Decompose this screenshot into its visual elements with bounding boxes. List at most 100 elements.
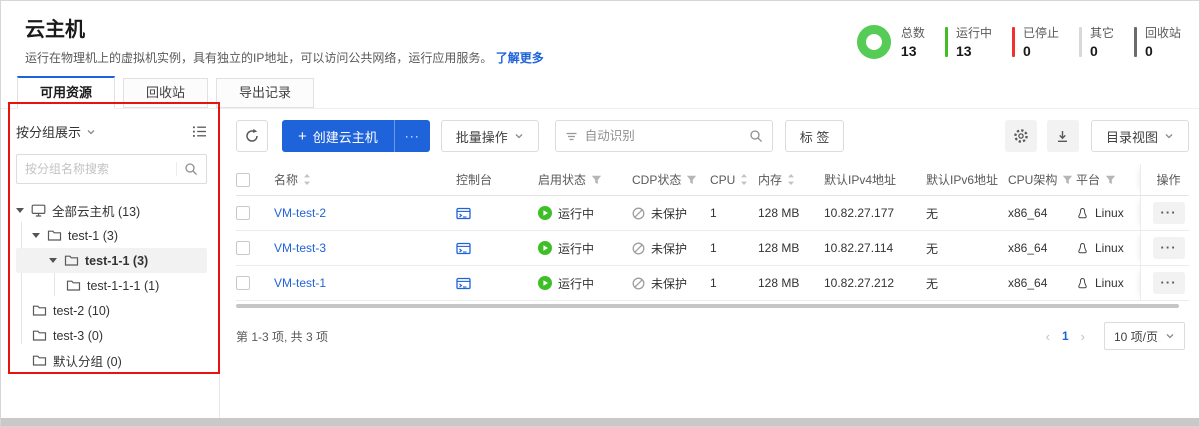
vm-name-link[interactable]: VM-test-1 (274, 276, 326, 290)
tree-item-default-group[interactable]: 默认分组 (0) (16, 348, 207, 373)
page-title: 云主机 (25, 13, 544, 42)
table-header-row: 名称 控制台 启用状态 CDP状态 CPU (236, 164, 1189, 196)
tab-recycle-bin[interactable]: 回收站 (123, 78, 208, 108)
list-view-icon[interactable] (192, 124, 207, 139)
running-status-icon (538, 241, 552, 255)
group-search-input[interactable] (25, 162, 172, 176)
plus-icon: + (298, 128, 307, 145)
filter-icon[interactable] (686, 175, 697, 185)
row-checkbox[interactable] (236, 241, 250, 255)
export-button[interactable] (1047, 120, 1079, 152)
tree-item-test-3[interactable]: test-3 (0) (16, 323, 207, 348)
tree-item-test-1-1-1[interactable]: test-1-1-1 (1) (16, 273, 207, 298)
filter-lines-icon (565, 130, 578, 143)
stat-other: 其它 0 (1079, 24, 1114, 59)
vm-table: 名称 控制台 启用状态 CDP状态 CPU (236, 164, 1189, 301)
unprotected-icon (632, 242, 645, 255)
tree-item-all-vms[interactable]: 全部云主机 (13) (16, 198, 207, 223)
stat-recycle: 回收站 0 (1134, 24, 1181, 59)
vm-name-link[interactable]: VM-test-2 (274, 206, 326, 220)
gear-icon (1013, 128, 1029, 144)
filter-icon[interactable] (1062, 175, 1073, 185)
filter-icon[interactable] (591, 175, 602, 185)
caret-down-icon[interactable] (16, 208, 24, 213)
chevron-down-icon (514, 131, 524, 141)
pagination-summary: 第 1-3 项, 共 3 项 (236, 328, 328, 345)
stat-total: 总数 13 (857, 24, 925, 59)
filter-icon[interactable] (1105, 175, 1116, 185)
chevron-down-icon (1164, 131, 1174, 141)
row-actions-button[interactable]: ··· (1153, 202, 1185, 224)
create-vm-button[interactable]: + 创建云主机 (282, 120, 394, 152)
chevron-down-icon (1165, 331, 1175, 341)
tree-item-test-2[interactable]: test-2 (10) (16, 298, 207, 323)
group-display-dropdown[interactable]: 按分组展示 (16, 122, 207, 141)
console-icon[interactable] (456, 241, 471, 256)
row-checkbox[interactable] (236, 276, 250, 290)
console-icon[interactable] (456, 206, 471, 221)
vm-list-panel: + 创建云主机 ··· 批量操作 (220, 109, 1199, 418)
page-number[interactable]: 1 (1057, 329, 1074, 343)
folder-icon (32, 353, 47, 368)
linux-icon (1076, 277, 1089, 290)
vm-stats: 总数 13 运行中 13 已停止 0 (837, 17, 1181, 66)
window-bottom-bar (1, 418, 1199, 426)
page-subtitle: 运行在物理机上的虚拟机实例，具有独立的IP地址，可以访问公共网络，运行应用服务。… (25, 49, 544, 66)
linux-icon (1076, 207, 1089, 220)
search-icon[interactable] (749, 129, 763, 143)
search-icon[interactable] (184, 162, 198, 176)
vm-search-input[interactable] (585, 129, 749, 143)
create-vm-button-group: + 创建云主机 ··· (282, 120, 430, 152)
table-footer: 第 1-3 项, 共 3 项 ‹ 1 › 10 项/页 (236, 322, 1189, 350)
sort-icon[interactable] (740, 173, 748, 186)
group-sidebar: 按分组展示 (1, 109, 220, 418)
select-all-checkbox[interactable] (236, 173, 250, 187)
sort-icon[interactable] (787, 173, 795, 186)
horizontal-scrollbar[interactable] (236, 304, 1179, 308)
stat-stopped: 已停止 0 (1012, 24, 1059, 59)
running-status-icon (538, 206, 552, 220)
total-donut-icon (857, 25, 891, 59)
host-icon (31, 203, 46, 218)
folder-icon (32, 303, 47, 318)
batch-actions-button[interactable]: 批量操作 (441, 120, 539, 152)
tree-item-test-1-1[interactable]: test-1-1 (3) (16, 248, 207, 273)
row-actions-button[interactable]: ··· (1153, 237, 1185, 259)
caret-down-icon[interactable] (49, 258, 57, 263)
sort-icon[interactable] (303, 173, 311, 186)
learn-more-link[interactable]: 了解更多 (496, 51, 544, 65)
console-icon[interactable] (456, 276, 471, 291)
tab-bar: 可用资源 回收站 导出记录 (1, 76, 1199, 109)
settings-button[interactable] (1005, 120, 1037, 152)
tag-button[interactable]: 标 签 (785, 120, 845, 152)
toolbar: + 创建云主机 ··· 批量操作 (236, 120, 1189, 152)
tab-available-resources[interactable]: 可用资源 (17, 76, 115, 109)
view-mode-select[interactable]: 目录视图 (1091, 120, 1189, 152)
tree-item-test-1[interactable]: test-1 (3) (16, 223, 207, 248)
vm-name-link[interactable]: VM-test-3 (274, 241, 326, 255)
cloud-vm-page: 云主机 运行在物理机上的虚拟机实例，具有独立的IP地址，可以访问公共网络，运行应… (0, 0, 1200, 427)
prev-page-button[interactable]: ‹ (1039, 329, 1057, 344)
other-bar-icon (1079, 27, 1082, 57)
create-more-button[interactable]: ··· (394, 120, 430, 152)
page-header: 云主机 运行在物理机上的虚拟机实例，具有独立的IP地址，可以访问公共网络，运行应… (1, 1, 1199, 66)
folder-icon (47, 228, 62, 243)
running-status-icon (538, 276, 552, 290)
table-row: VM-test-1 运行中 (236, 266, 1189, 301)
refresh-button[interactable] (236, 120, 268, 152)
row-checkbox[interactable] (236, 206, 250, 220)
tab-export-records[interactable]: 导出记录 (216, 78, 314, 108)
folder-icon (66, 278, 81, 293)
unprotected-icon (632, 277, 645, 290)
page-size-select[interactable]: 10 项/页 (1104, 322, 1185, 350)
caret-down-icon[interactable] (32, 233, 40, 238)
table-row: VM-test-3 运行中 (236, 231, 1189, 266)
linux-icon (1076, 242, 1089, 255)
chevron-down-icon (86, 127, 96, 137)
row-actions-button[interactable]: ··· (1153, 272, 1185, 294)
stopped-bar-icon (1012, 27, 1015, 57)
refresh-icon (244, 128, 260, 144)
pagination: ‹ 1 › 10 项/页 (1039, 322, 1185, 350)
next-page-button[interactable]: › (1074, 329, 1092, 344)
group-tree: 全部云主机 (13) test-1 (3) test-1-1 (3) (16, 198, 207, 373)
